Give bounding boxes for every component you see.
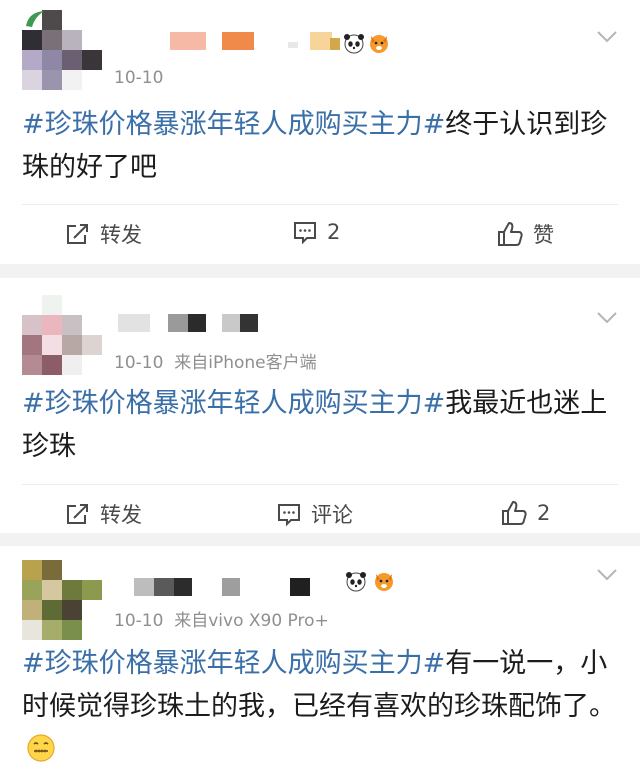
hashtag-link[interactable]: #珍珠价格暴涨年轻人成购买主力# [22,109,445,140]
divider [22,204,618,205]
post-time: 10-10 来自vivo X90 Pro+ [114,611,329,631]
post-text: #珍珠价格暴涨年轻人成购买主力#终于认识到珍珠的好了吧 [22,109,608,183]
comment-icon [294,222,316,245]
comment-button[interactable]: 2 [292,219,340,245]
avatar[interactable] [22,10,102,90]
repost-button[interactable]: 转发 [65,219,142,249]
post-card: 10-10 #珍珠价格暴涨年轻人成购买主力#终于认识到珍珠的好了吧 转发 2 赞 [0,0,640,264]
avatar[interactable] [22,295,102,375]
post-text: #珍珠价格暴涨年轻人成购买主力#我最近也迷上珍珠 [22,388,608,462]
repost-icon [67,504,88,524]
fox-emoji [370,35,388,53]
panda-emoji [346,572,366,592]
hashtag-link[interactable]: #珍珠价格暴涨年轻人成购买主力# [22,388,445,419]
expand-chevron-icon[interactable] [596,568,618,582]
post-card: 10-10 来自iPhone客户端 #珍珠价格暴涨年轻人成购买主力#我最近也迷上… [0,278,640,533]
post-time: 10-10 [114,68,164,88]
expand-chevron-icon[interactable] [596,30,618,44]
repost-button[interactable]: 转发 [65,499,142,529]
fox-emoji [375,573,393,591]
post-time: 10-10 来自iPhone客户端 [114,353,317,373]
like-icon [502,501,527,525]
post-text: #珍珠价格暴涨年轻人成购买主力#有一说一，小时候觉得珍珠土的我，已经有喜欢的珍珠… [22,642,622,771]
like-button[interactable]: 赞 [496,219,554,249]
comment-button[interactable]: 评论 [276,499,353,529]
post-card: 10-10 来自vivo X90 Pro+ #珍珠价格暴涨年轻人成购买主力#有一… [0,546,640,783]
smile-zipper-emoji [27,734,55,762]
like-icon [498,222,523,246]
hashtag-link[interactable]: #珍珠价格暴涨年轻人成购买主力# [22,648,445,679]
comment-icon [278,504,300,527]
like-button[interactable]: 2 [500,499,550,527]
repost-icon [67,224,88,244]
expand-chevron-icon[interactable] [596,311,618,325]
avatar[interactable] [22,560,102,640]
panda-emoji [344,34,364,54]
divider [22,484,618,485]
